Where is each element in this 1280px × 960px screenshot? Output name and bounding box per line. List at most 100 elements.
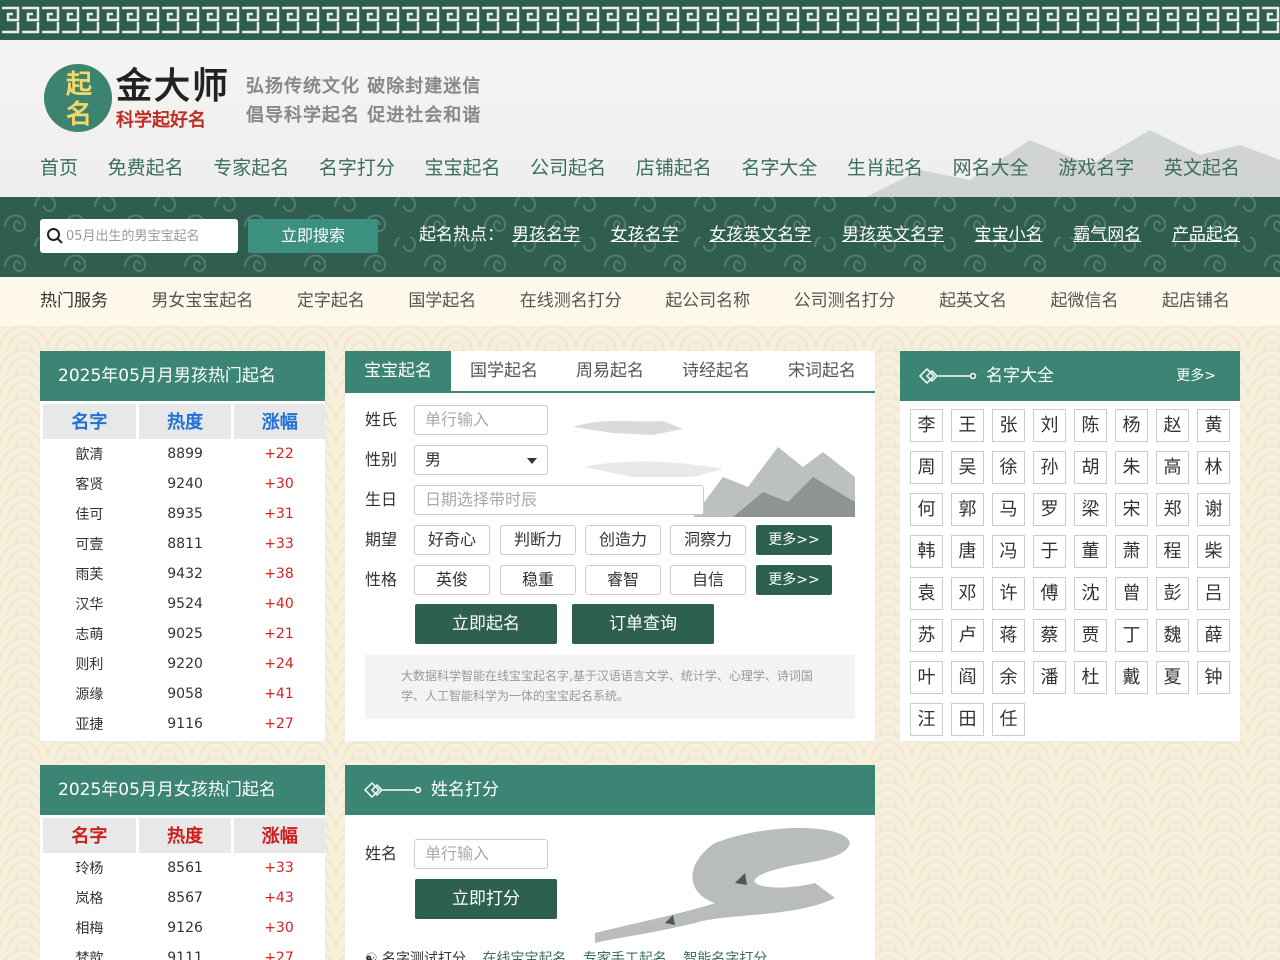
- service-item-wechat-name[interactable]: 起微信名: [1051, 289, 1119, 313]
- surname-item[interactable]: 谢: [1197, 493, 1230, 526]
- gender-select[interactable]: 男: [414, 445, 548, 475]
- tab-shijing-naming[interactable]: 诗经起名: [663, 351, 769, 391]
- surname-item[interactable]: 贾: [1074, 619, 1107, 652]
- service-item-baby-naming[interactable]: 男女宝宝起名: [151, 289, 253, 313]
- score-name-input[interactable]: 单行输入: [414, 839, 548, 869]
- nav-english-naming[interactable]: 英文起名: [1164, 153, 1240, 183]
- surname-item[interactable]: 韩: [910, 535, 943, 568]
- surname-item[interactable]: 汪: [910, 703, 943, 736]
- service-item-online-score[interactable]: 在线测名打分: [520, 289, 622, 313]
- search-input[interactable]: [66, 219, 234, 253]
- nav-baby-naming[interactable]: 宝宝起名: [425, 153, 501, 183]
- name-cell[interactable]: 玲杨: [42, 853, 138, 883]
- surname-item[interactable]: 余: [992, 661, 1025, 694]
- name-cell[interactable]: 则利: [42, 649, 138, 679]
- nav-name-score[interactable]: 名字打分: [319, 153, 395, 183]
- name-cell[interactable]: 相梅: [42, 913, 138, 943]
- surname-item[interactable]: 魏: [1156, 619, 1189, 652]
- surname-item[interactable]: 宋: [1115, 493, 1148, 526]
- nav-zodiac-naming[interactable]: 生肖起名: [847, 153, 923, 183]
- surname-item[interactable]: 田: [951, 703, 984, 736]
- surname-item[interactable]: 卢: [951, 619, 984, 652]
- table-row[interactable]: 则利 9220 +24: [42, 649, 326, 679]
- surname-item[interactable]: 阎: [951, 661, 984, 694]
- hot-link-product-naming[interactable]: 产品起名: [1172, 223, 1240, 247]
- surname-item[interactable]: 柴: [1197, 535, 1230, 568]
- name-cell[interactable]: 雨芙: [42, 559, 138, 589]
- order-query-button[interactable]: 订单查询: [572, 604, 714, 644]
- surname-item[interactable]: 林: [1197, 451, 1230, 484]
- trait-option-confident[interactable]: 自信: [670, 565, 746, 595]
- tab-baby-naming[interactable]: 宝宝起名: [345, 351, 451, 391]
- name-cell[interactable]: 志萌: [42, 619, 138, 649]
- start-naming-button[interactable]: 立即起名: [415, 604, 557, 644]
- name-cell[interactable]: 客贤: [42, 469, 138, 499]
- search-button[interactable]: 立即搜索: [248, 219, 378, 253]
- hope-option-judgment[interactable]: 判断力: [500, 525, 576, 555]
- surname-item[interactable]: 何: [910, 493, 943, 526]
- surname-item[interactable]: 徐: [992, 451, 1025, 484]
- surname-item[interactable]: 吕: [1197, 577, 1230, 610]
- surname-item[interactable]: 沈: [1074, 577, 1107, 610]
- names-more-link[interactable]: 更多>: [1176, 351, 1216, 401]
- name-cell[interactable]: 歆清: [42, 439, 138, 469]
- site-logo[interactable]: 起名 金大师 科学起好名: [44, 64, 234, 134]
- name-cell[interactable]: 可壹: [42, 529, 138, 559]
- table-row[interactable]: 亚捷 9116 +27: [42, 709, 326, 739]
- hot-link-boy-names[interactable]: 男孩名字: [512, 223, 580, 247]
- surname-item[interactable]: 罗: [1033, 493, 1066, 526]
- surname-item[interactable]: 夏: [1156, 661, 1189, 694]
- surname-item[interactable]: 马: [992, 493, 1025, 526]
- trait-option-wise[interactable]: 睿智: [585, 565, 661, 595]
- table-row[interactable]: 岚格 8567 +43: [42, 883, 326, 913]
- surname-item[interactable]: 郑: [1156, 493, 1189, 526]
- nav-company-naming[interactable]: 公司起名: [530, 153, 606, 183]
- trait-option-steady[interactable]: 稳重: [500, 565, 576, 595]
- surname-item[interactable]: 高: [1156, 451, 1189, 484]
- surname-item[interactable]: 蔡: [1033, 619, 1066, 652]
- surname-item[interactable]: 苏: [910, 619, 943, 652]
- surname-item[interactable]: 杨: [1115, 409, 1148, 442]
- surname-item[interactable]: 冯: [992, 535, 1025, 568]
- nav-game-names[interactable]: 游戏名字: [1058, 153, 1134, 183]
- surname-item[interactable]: 杜: [1074, 661, 1107, 694]
- trait-more-button[interactable]: 更多>>: [756, 565, 832, 595]
- tab-songci-naming[interactable]: 宋词起名: [769, 351, 875, 391]
- table-row[interactable]: 志萌 9025 +21: [42, 619, 326, 649]
- name-cell[interactable]: 岚格: [42, 883, 138, 913]
- service-item-shop-name[interactable]: 起店铺名: [1162, 289, 1230, 313]
- name-cell[interactable]: 源缘: [42, 679, 138, 709]
- surname-item[interactable]: 程: [1156, 535, 1189, 568]
- hot-link-baby-nicknames[interactable]: 宝宝小名: [975, 223, 1043, 247]
- table-row[interactable]: 歆清 8899 +22: [42, 439, 326, 469]
- hot-link-girl-english-names[interactable]: 女孩英文名字: [709, 223, 811, 247]
- score-link-online-baby[interactable]: 在线宝宝起名: [482, 951, 566, 960]
- table-row[interactable]: 可壹 8811 +33: [42, 529, 326, 559]
- name-cell[interactable]: 汉华: [42, 589, 138, 619]
- surname-item[interactable]: 郭: [951, 493, 984, 526]
- name-cell[interactable]: 亚捷: [42, 709, 138, 739]
- nav-name-collection[interactable]: 名字大全: [741, 153, 817, 183]
- hot-link-cool-nicknames[interactable]: 霸气网名: [1073, 223, 1141, 247]
- table-row[interactable]: 雨芙 9432 +38: [42, 559, 326, 589]
- surname-item[interactable]: 梁: [1074, 493, 1107, 526]
- service-item-english-name[interactable]: 起英文名: [939, 289, 1007, 313]
- name-cell[interactable]: 梵歆: [42, 943, 138, 960]
- nav-nickname[interactable]: 网名大全: [953, 153, 1029, 183]
- birth-date-input[interactable]: 日期选择带时辰: [414, 485, 704, 515]
- hope-option-creativity[interactable]: 创造力: [585, 525, 661, 555]
- surname-item[interactable]: 刘: [1033, 409, 1066, 442]
- surname-item[interactable]: 戴: [1115, 661, 1148, 694]
- surname-input[interactable]: 单行输入: [414, 405, 548, 435]
- service-item-fixed-char[interactable]: 定字起名: [297, 289, 365, 313]
- tab-zhouyi-naming[interactable]: 周易起名: [557, 351, 663, 391]
- table-row[interactable]: 相梅 9126 +30: [42, 913, 326, 943]
- hot-link-girl-names[interactable]: 女孩名字: [611, 223, 679, 247]
- hot-link-boy-english-names[interactable]: 男孩英文名字: [842, 223, 944, 247]
- nav-home[interactable]: 首页: [40, 153, 78, 183]
- surname-item[interactable]: 袁: [910, 577, 943, 610]
- table-row[interactable]: 客贤 9240 +30: [42, 469, 326, 499]
- surname-item[interactable]: 黄: [1197, 409, 1230, 442]
- surname-item[interactable]: 赵: [1156, 409, 1189, 442]
- surname-item[interactable]: 陈: [1074, 409, 1107, 442]
